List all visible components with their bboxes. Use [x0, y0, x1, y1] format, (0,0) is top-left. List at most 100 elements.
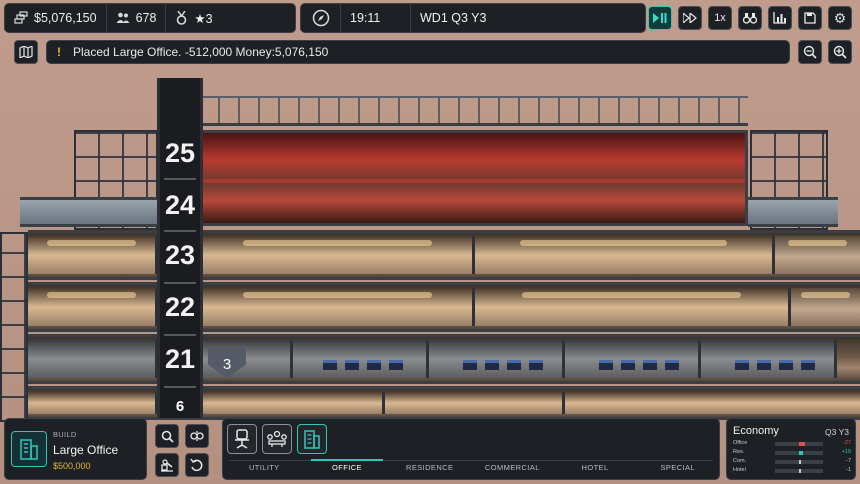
people-icon: [116, 12, 130, 24]
apartment[interactable]: [385, 392, 565, 414]
tab-office[interactable]: OFFICE: [306, 463, 389, 472]
apartment[interactable]: [203, 392, 385, 414]
meeting-option-icon[interactable]: [262, 424, 292, 454]
tab-utility[interactable]: UTILITY: [223, 463, 306, 472]
economy-row-bar: [775, 469, 823, 473]
placement-marker[interactable]: 3: [208, 348, 246, 380]
ceiling-light: [521, 292, 742, 298]
apartment[interactable]: [475, 288, 791, 326]
desk: [345, 360, 359, 370]
stats-chart-button[interactable]: [768, 6, 792, 30]
lower-left-scaffold: [0, 232, 28, 422]
zoom-out-button[interactable]: [798, 40, 822, 64]
apartment[interactable]: [775, 236, 860, 274]
floor-20[interactable]: [28, 386, 860, 420]
tab-residence[interactable]: RESIDENCE: [388, 463, 471, 472]
notification-text: Placed Large Office. -512,000 Money:5,07…: [73, 45, 329, 59]
economy-row: Hotel -1: [733, 466, 851, 475]
warning-icon: !: [57, 45, 61, 59]
economy-row-bar-fill: [799, 451, 803, 455]
economy-row-bar: [775, 460, 823, 464]
floor-23[interactable]: [28, 230, 860, 280]
undo-button[interactable]: [185, 453, 209, 477]
active-tab-indicator: [311, 459, 383, 461]
desk: [801, 360, 815, 370]
apartment[interactable]: [28, 236, 158, 274]
floor-number: 22: [164, 292, 196, 322]
game-controls: 1x ⚙: [648, 6, 852, 30]
desk: [367, 360, 381, 370]
desk: [323, 360, 337, 370]
lower-floor-tag: 6: [175, 398, 185, 415]
desk: [621, 360, 635, 370]
economy-row-value: +19: [841, 449, 851, 455]
settings-button[interactable]: ⚙: [828, 6, 852, 30]
binoculars-button[interactable]: [738, 6, 762, 30]
tool-buttons: [155, 424, 209, 477]
search-tool-button[interactable]: [155, 424, 179, 448]
desk: [485, 360, 499, 370]
clock: 19:11: [341, 4, 411, 32]
terrace-left: [20, 197, 160, 227]
desk: [389, 360, 403, 370]
economy-row-label: Com.: [733, 458, 747, 464]
zoom-in-button[interactable]: [828, 40, 852, 64]
time-bar: 19:11 WD1 Q3 Y3: [300, 3, 646, 33]
economy-row-value: -27: [843, 440, 851, 446]
speed-button[interactable]: 1x: [708, 6, 732, 30]
apartment[interactable]: [565, 392, 860, 414]
compass-segment[interactable]: [301, 4, 341, 32]
desk: [757, 360, 771, 370]
compass-icon: [312, 9, 330, 27]
shaft-beam: [164, 386, 196, 388]
office-unit[interactable]: [293, 340, 429, 378]
apartment[interactable]: [203, 288, 475, 326]
build-label: BUILD: [53, 430, 77, 439]
rating-value: ★3: [194, 11, 213, 26]
economy-row-bar-fill: [799, 460, 801, 464]
building-view[interactable]: 25 24 23 22 21 6 3: [0, 0, 860, 484]
build-card[interactable]: BUILD Large Office $500,000: [4, 418, 147, 480]
apartment[interactable]: [475, 236, 775, 274]
elevator-shaft[interactable]: 25 24 23 22 21: [157, 78, 203, 418]
tab-commercial[interactable]: COMMERCIAL: [471, 463, 554, 472]
ceiling-light: [787, 240, 848, 246]
gear-icon: ⚙: [833, 9, 847, 26]
apartment[interactable]: [28, 288, 158, 326]
floor-21[interactable]: [28, 334, 860, 384]
category-tabs: UTILITY OFFICE RESIDENCE COMMERCIAL HOTE…: [223, 463, 719, 472]
economy-row-bar: [775, 442, 823, 446]
office-unit[interactable]: [429, 340, 565, 378]
apartment[interactable]: [791, 288, 860, 326]
stats-bar: $5,076,150 678 ★3: [4, 3, 296, 33]
medal-icon: [175, 11, 188, 25]
desk: [529, 360, 543, 370]
move-tool-button[interactable]: [185, 424, 209, 448]
floor-22[interactable]: [28, 282, 860, 332]
demolish-tool-button[interactable]: [155, 453, 179, 477]
fast-forward-button[interactable]: [678, 6, 702, 30]
office-unit[interactable]: [701, 340, 837, 378]
chair-option-icon[interactable]: [227, 424, 257, 454]
economy-row-label: Office: [733, 440, 748, 446]
economy-panel[interactable]: Economy Q3 Y3 Office -27 Res. +19 Com. -7 Hote…: [726, 418, 856, 480]
economy-row-bar-fill: [799, 469, 801, 473]
desk: [735, 360, 749, 370]
economy-row-value: -1: [846, 467, 851, 473]
play-pause-button[interactable]: [648, 6, 672, 30]
ceiling-light: [801, 292, 850, 298]
ceiling-light: [243, 240, 432, 246]
map-toggle-button[interactable]: [14, 40, 38, 64]
tab-hotel[interactable]: HOTEL: [554, 463, 637, 472]
economy-row-value: -7: [846, 458, 851, 464]
red-event-floors[interactable]: [200, 130, 748, 226]
apartment[interactable]: [28, 392, 158, 414]
large-office-option-icon[interactable]: [297, 424, 327, 454]
office-lobby[interactable]: [28, 340, 158, 378]
tab-special[interactable]: SPECIAL: [636, 463, 719, 472]
terrace-right: [748, 197, 838, 227]
office-unit[interactable]: [565, 340, 701, 378]
desk: [643, 360, 657, 370]
apartment[interactable]: [203, 236, 475, 274]
save-button[interactable]: [798, 6, 822, 30]
